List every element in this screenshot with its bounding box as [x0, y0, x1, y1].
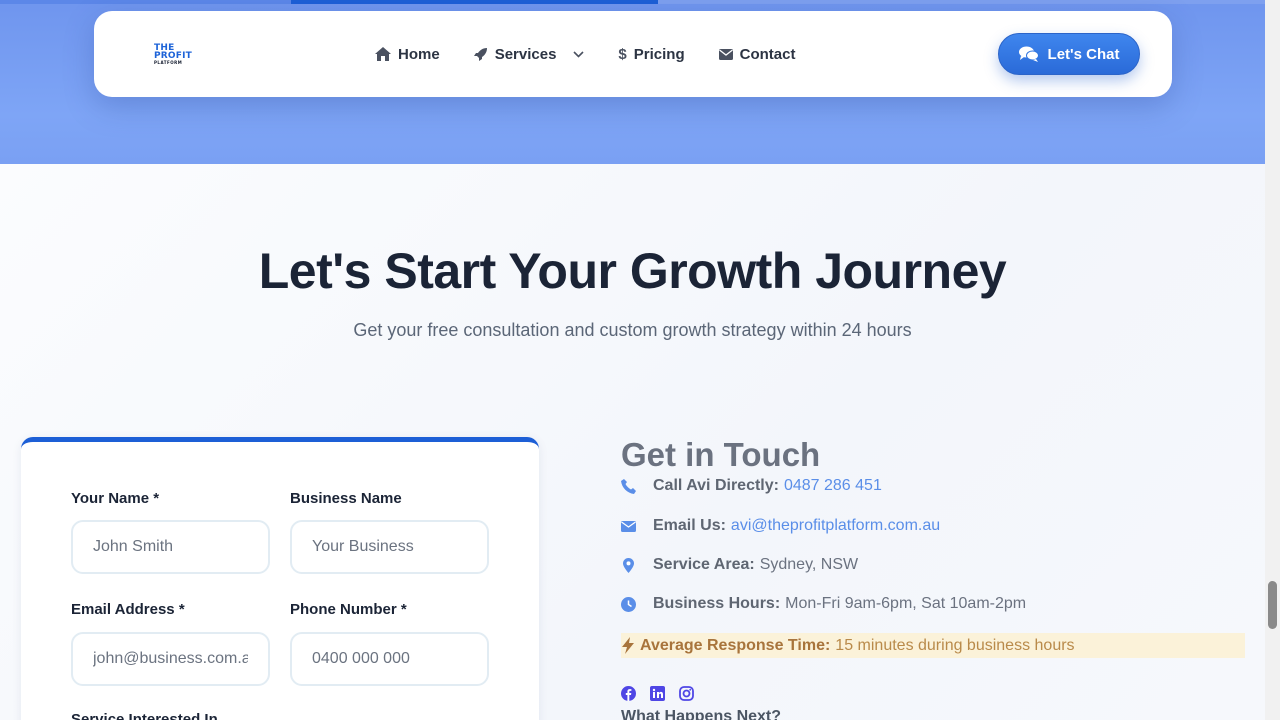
- rocket-icon: [473, 48, 487, 61]
- logo-line-2: PROFIT: [154, 51, 193, 61]
- lets-chat-label: Let's Chat: [1047, 45, 1120, 63]
- instagram-icon[interactable]: [679, 686, 694, 701]
- phone-label: Phone Number *: [290, 601, 407, 618]
- nav-item-label: Contact: [739, 45, 796, 63]
- phone-link[interactable]: 0487 286 451: [784, 477, 882, 495]
- top-progress-strip: [0, 0, 1265, 4]
- response-time-banner: Average Response Time: 15 minutes during…: [621, 633, 1245, 658]
- contact-area-row: Service Area: Sydney, NSW: [621, 556, 858, 574]
- email-label: Email Address *: [71, 601, 185, 618]
- nav-item-services[interactable]: Services: [473, 45, 585, 63]
- nav-item-home[interactable]: Home: [375, 46, 440, 63]
- call-label: Call Avi Directly:: [653, 477, 779, 494]
- chevron-down-icon: [573, 50, 584, 58]
- section-title: Let's Start Your Growth Journey: [258, 243, 1007, 299]
- nav-item-label: Services: [494, 45, 557, 63]
- logo[interactable]: THE PROFIT PLATFORM: [154, 44, 202, 66]
- business-input[interactable]: [290, 520, 489, 574]
- response-time-label: Average Response Time:: [640, 636, 831, 654]
- lets-chat-button[interactable]: Let's Chat: [998, 33, 1140, 75]
- nav-menu: Home Services $ Pricing Contact: [375, 11, 829, 97]
- page-scrollbar[interactable]: [1265, 0, 1280, 720]
- service-area-label: Service Area:: [653, 556, 755, 573]
- business-label: Business Name: [290, 490, 402, 507]
- contact-call-row: Call Avi Directly: 0487 286 451: [621, 477, 882, 495]
- business-hours-label: Business Hours:: [653, 595, 781, 612]
- linkedin-icon[interactable]: [650, 686, 665, 701]
- scrollbar-thumb[interactable]: [1268, 581, 1277, 629]
- clock-icon: [621, 596, 636, 612]
- home-icon: [375, 47, 391, 61]
- name-label: Your Name *: [71, 490, 160, 507]
- map-pin-icon: [621, 557, 636, 573]
- email-link[interactable]: avi@theprofitplatform.com.au: [731, 517, 940, 535]
- logo-line-3: PLATFORM: [154, 60, 183, 65]
- what-happens-next-title: What Happens Next?: [621, 708, 782, 720]
- contact-hours-row: Business Hours: Mon-Fri 9am-6pm, Sat 10a…: [621, 595, 1026, 613]
- contact-email-row: Email Us: avi@theprofitplatform.com.au: [621, 517, 940, 535]
- envelope-icon: [621, 520, 636, 532]
- phone-input[interactable]: [290, 632, 489, 686]
- email-us-label: Email Us:: [653, 517, 726, 534]
- nav-item-contact[interactable]: Contact: [718, 45, 796, 63]
- service-area-value: Sydney, NSW: [759, 556, 859, 573]
- bolt-icon: [621, 637, 635, 654]
- nav-item-label: Pricing: [633, 45, 685, 63]
- nav-item-pricing[interactable]: $ Pricing: [618, 46, 684, 63]
- business-hours-value: Mon-Fri 9am-6pm, Sat 10am-2pm: [785, 595, 1027, 612]
- get-in-touch-title: Get in Touch: [621, 436, 821, 473]
- response-time-value: 15 minutes during business hours: [835, 636, 1075, 654]
- nav-item-label: Home: [398, 45, 440, 63]
- phone-icon: [621, 478, 636, 494]
- service-label: Service Interested In: [71, 711, 218, 720]
- navbar: THE PROFIT PLATFORM Home Services $ Pric…: [94, 11, 1172, 97]
- social-links: [621, 686, 694, 701]
- section-subtitle: Get your free consultation and custom gr…: [353, 320, 912, 340]
- facebook-icon[interactable]: [621, 686, 636, 701]
- email-input[interactable]: [71, 632, 270, 686]
- dollar-icon: $: [618, 45, 627, 63]
- chat-icon: [1018, 46, 1039, 62]
- envelope-icon: [718, 48, 733, 60]
- name-input[interactable]: [71, 520, 270, 574]
